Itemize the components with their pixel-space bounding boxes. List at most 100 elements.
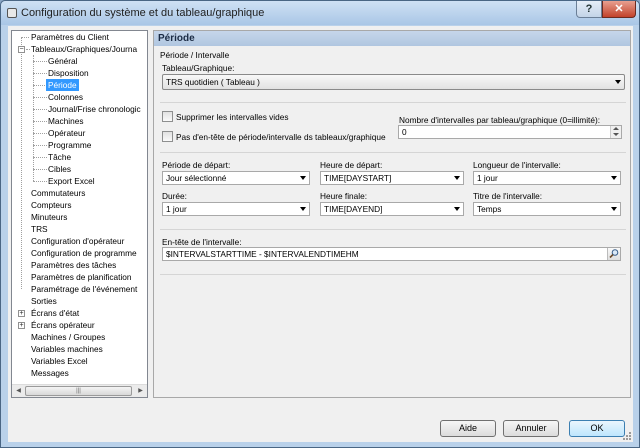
start-period-value: Jour sélectionné — [166, 173, 227, 183]
chart-select-value: TRS quotidien ( Tableau ) — [166, 77, 260, 87]
divider — [160, 274, 626, 275]
tree-item-counters[interactable]: Compteurs — [31, 199, 72, 211]
chevron-down-icon — [454, 176, 460, 180]
interval-title-value: Temps — [477, 204, 502, 214]
tree-item-operator-screens[interactable]: Écrans opérateur — [31, 319, 95, 331]
tree-item-excel-variables[interactable]: Variables Excel — [31, 355, 88, 367]
tree-horizontal-scrollbar[interactable]: ◀ ||| ▶ — [12, 384, 147, 397]
chevron-down-icon — [611, 176, 617, 180]
divider — [160, 229, 626, 230]
chevron-down-icon — [300, 176, 306, 180]
tree-content: − + + Paramètres du Client Tableaux/Grap… — [12, 31, 147, 385]
tree-item-operator-config[interactable]: Configuration d'opérateur — [31, 235, 124, 247]
tree-item-machines[interactable]: Machines — [48, 115, 84, 127]
dialog-client: − + + Paramètres du Client Tableaux/Grap… — [8, 26, 633, 442]
collapse-toggle[interactable]: − — [18, 46, 25, 53]
section-label: Période / Intervalle — [160, 50, 230, 60]
tree-item-period[interactable]: Période — [46, 79, 79, 91]
tree-item-columns[interactable]: Colonnes — [48, 91, 83, 103]
tree-item-planning-params[interactable]: Paramètres de planification — [31, 271, 132, 283]
tree-item-client-params[interactable]: Paramètres du Client — [31, 31, 109, 43]
tree-line — [33, 181, 47, 182]
interval-length-value: 1 jour — [477, 173, 498, 183]
tree-item-machine-groups[interactable]: Machines / Groupes — [31, 331, 105, 343]
tree-item-task[interactable]: Tâche — [48, 151, 71, 163]
interval-title-select[interactable]: Temps — [473, 202, 621, 216]
tree-item-general[interactable]: Général — [48, 55, 78, 67]
tree-line — [33, 133, 47, 134]
app-icon — [7, 8, 17, 18]
no-header-label: Pas d'en-tête de période/intervalle ds t… — [176, 132, 386, 142]
expand-toggle[interactable]: + — [18, 310, 25, 317]
tree-line — [33, 85, 47, 86]
tree-item-excel-export[interactable]: Export Excel — [48, 175, 95, 187]
tree-item-event-settings[interactable]: Paramétrage de l'événement — [31, 283, 137, 295]
tree-item-timers[interactable]: Minuteurs — [31, 211, 67, 223]
chevron-down-icon — [615, 80, 621, 84]
intervals-spinner[interactable]: 0 — [398, 125, 622, 139]
tree-item-charts[interactable]: Tableaux/Graphiques/Journa — [31, 43, 137, 55]
end-time-select[interactable]: TIME[DAYEND] — [320, 202, 464, 216]
end-time-label: Heure finale: — [320, 191, 368, 201]
start-time-select[interactable]: TIME[DAYSTART] — [320, 171, 464, 185]
settings-tree[interactable]: − + + Paramètres du Client Tableaux/Grap… — [11, 30, 148, 398]
ok-button[interactable]: OK — [569, 420, 625, 437]
scroll-thumb[interactable]: ||| — [25, 386, 132, 396]
close-button[interactable]: ✕ — [602, 1, 636, 18]
tree-item-targets[interactable]: Cibles — [48, 163, 71, 175]
tree-line — [33, 97, 47, 98]
interval-header-label: En-tête de l'intervalle: — [162, 237, 242, 247]
interval-title-label: Titre de l'intervalle: — [473, 191, 543, 201]
magnifier-icon — [609, 249, 619, 259]
start-time-value: TIME[DAYSTART] — [324, 173, 392, 183]
start-period-select[interactable]: Jour sélectionné — [162, 171, 310, 185]
tree-item-task-params[interactable]: Paramètres des tâches — [31, 259, 116, 271]
resize-grip-icon[interactable] — [622, 431, 632, 441]
no-header-checkbox[interactable] — [162, 131, 173, 142]
spinner-buttons[interactable] — [610, 126, 621, 138]
tree-item-program-config[interactable]: Configuration de programme — [31, 247, 137, 259]
chart-select[interactable]: TRS quotidien ( Tableau ) — [162, 74, 625, 90]
scroll-right-icon[interactable]: ▶ — [135, 386, 146, 397]
tree-item-status-screens[interactable]: Écrans d'état — [31, 307, 79, 319]
chevron-down-icon — [454, 207, 460, 211]
suppress-empty-checkbox[interactable] — [162, 111, 173, 122]
tree-line — [33, 109, 47, 110]
interval-length-select[interactable]: 1 jour — [473, 171, 621, 185]
tree-item-program[interactable]: Programme — [48, 139, 91, 151]
cancel-button[interactable]: Annuler — [503, 420, 559, 437]
tree-item-trs[interactable]: TRS — [31, 223, 48, 235]
tree-line — [33, 169, 47, 170]
period-panel: Période Période / Intervalle Tableau/Gra… — [153, 30, 631, 398]
interval-length-label: Longueur de l'intervalle: — [473, 160, 561, 170]
help-title-button[interactable]: ? — [576, 1, 602, 18]
end-time-value: TIME[DAYEND] — [324, 204, 383, 214]
tree-line — [33, 121, 47, 122]
chevron-down-icon — [300, 207, 306, 211]
tree-line — [33, 145, 47, 146]
spin-up-icon[interactable] — [613, 127, 619, 130]
tree-item-switches[interactable]: Commutateurs — [31, 187, 85, 199]
panel-title: Période — [154, 31, 630, 46]
dialog-window: Configuration du système et du tableau/g… — [0, 0, 640, 448]
window-title: Configuration du système et du tableau/g… — [21, 7, 265, 19]
help-button[interactable]: Aide — [440, 420, 496, 437]
title-bar[interactable]: Configuration du système et du tableau/g… — [1, 1, 639, 25]
tree-item-log-timeline[interactable]: Journal/Frise chronologic — [48, 103, 141, 115]
tree-item-machine-variables[interactable]: Variables machines — [31, 343, 103, 355]
tree-item-operator[interactable]: Opérateur — [48, 127, 85, 139]
tree-item-messages[interactable]: Messages — [31, 367, 69, 379]
picker-button[interactable] — [607, 248, 620, 260]
tree-item-outputs[interactable]: Sorties — [31, 295, 57, 307]
intervals-label: Nombre d'intervalles par tableau/graphiq… — [399, 115, 601, 125]
tree-line — [21, 37, 22, 289]
tree-item-layout[interactable]: Disposition — [48, 67, 89, 79]
tree-line — [26, 49, 30, 50]
duration-select[interactable]: 1 jour — [162, 202, 310, 216]
expand-toggle[interactable]: + — [18, 322, 25, 329]
scroll-left-icon[interactable]: ◀ — [13, 386, 24, 397]
spin-down-icon[interactable] — [613, 133, 619, 136]
interval-header-input[interactable]: $INTERVALSTARTTIME - $INTERVALENDTIMEHM — [162, 247, 621, 261]
divider — [160, 102, 626, 103]
tree-line — [33, 61, 47, 62]
